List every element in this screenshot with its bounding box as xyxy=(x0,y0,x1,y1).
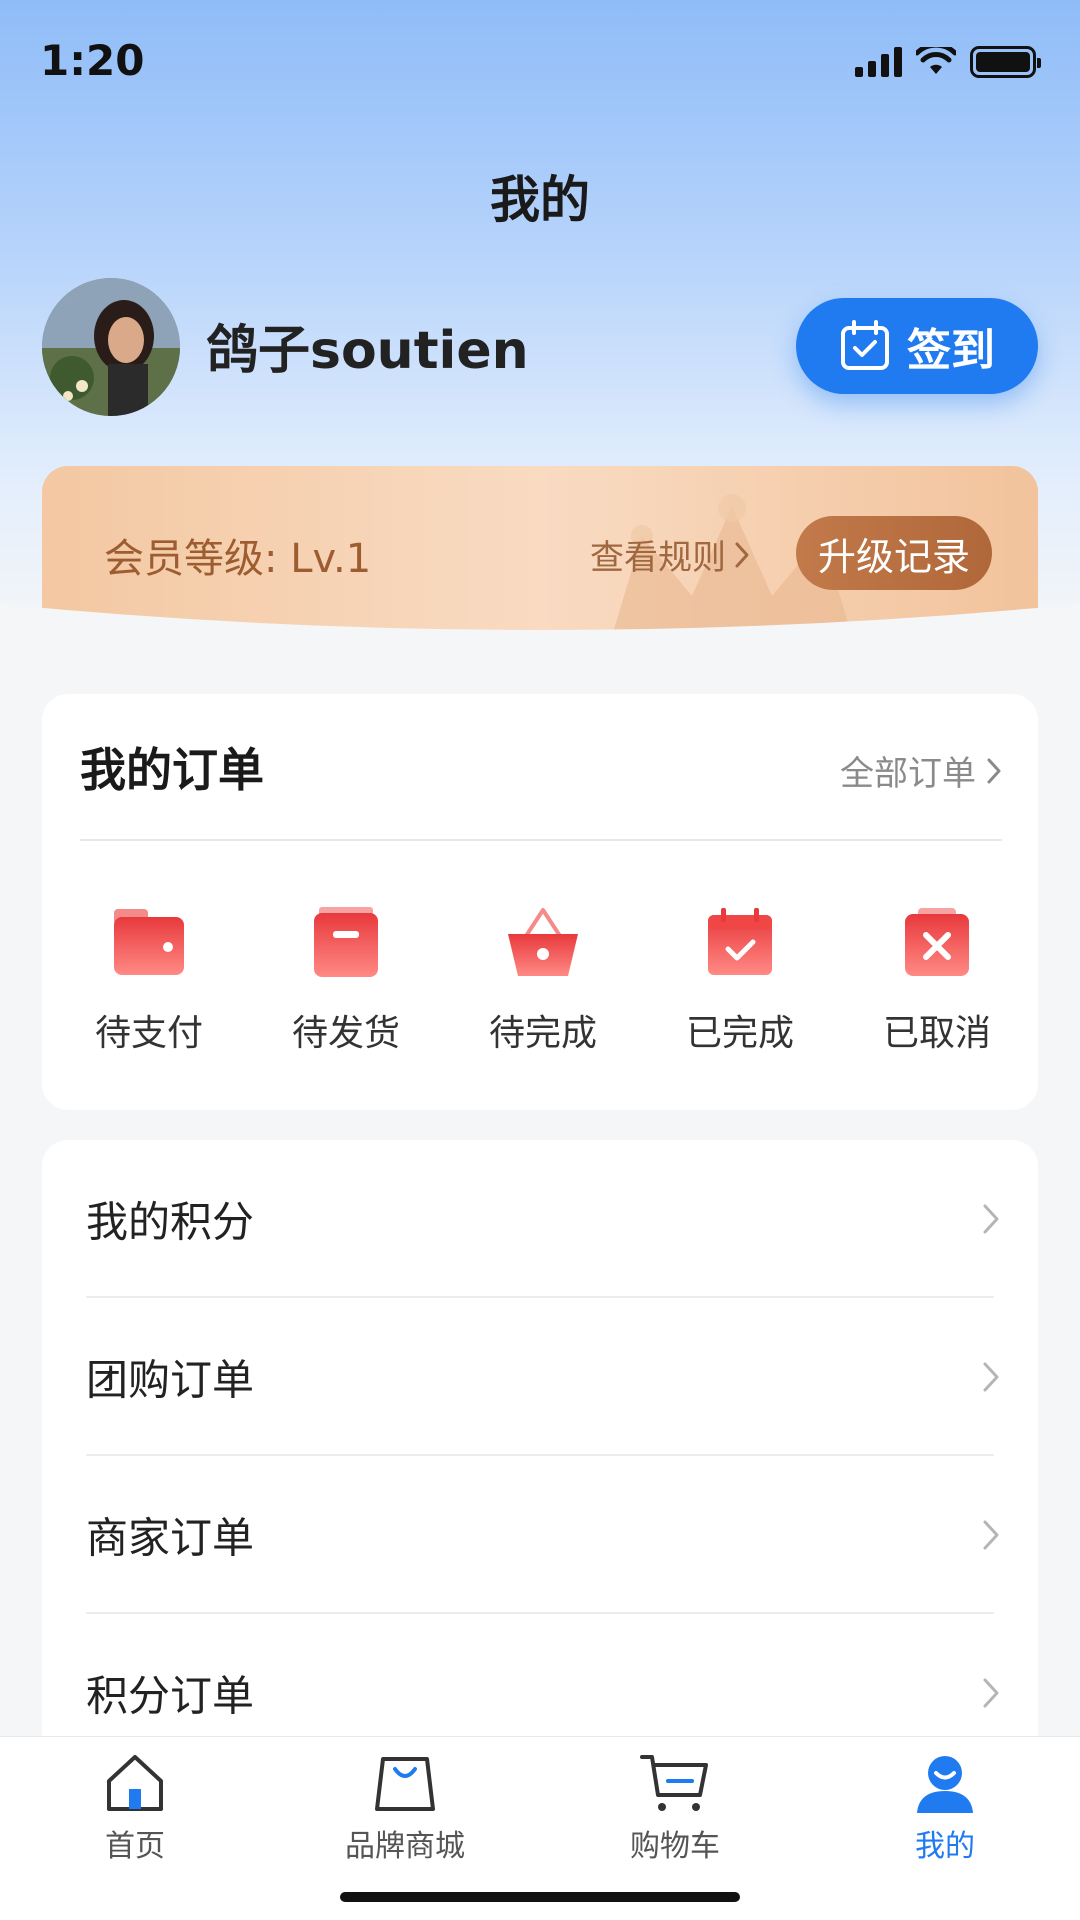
status-label: 待完成 xyxy=(488,1013,597,1054)
menu-item-merchant-orders[interactable]: 商家订单 xyxy=(42,1456,1038,1614)
tab-home[interactable]: 首页 xyxy=(0,1751,270,1865)
menu-item-label: 商家订单 xyxy=(86,1513,255,1563)
cart-icon xyxy=(640,1755,708,1811)
view-rules-link[interactable]: 查看规则 xyxy=(590,530,750,579)
status-label: 待发货 xyxy=(291,1013,400,1054)
avatar-image xyxy=(42,278,180,416)
user-icon xyxy=(917,1756,973,1813)
status-icons xyxy=(855,46,1041,78)
status-time: 1:20 xyxy=(40,36,145,85)
username: 鸽子soutien xyxy=(206,321,529,381)
status-pending-complete[interactable]: 待完成 xyxy=(446,902,640,1056)
view-rules-label: 查看规则 xyxy=(590,538,726,578)
tab-label: 我的 xyxy=(915,1829,975,1864)
basket-icon xyxy=(503,902,583,982)
calendar-check-icon xyxy=(700,902,780,982)
chevron-right-icon xyxy=(983,1678,999,1708)
status-label: 已取消 xyxy=(882,1013,991,1054)
order-status-row: 待支付 待发货 待完成 已完成 已取消 xyxy=(42,902,1038,1056)
chevron-right-icon xyxy=(983,1362,999,1392)
all-orders-link[interactable]: 全部订单 xyxy=(840,746,1002,795)
wave-divider xyxy=(0,604,1080,656)
status-label: 待支付 xyxy=(94,1013,203,1054)
wallet-icon xyxy=(109,902,189,982)
chevron-right-icon xyxy=(987,758,1001,783)
checkin-label: 签到 xyxy=(907,325,995,376)
status-bar: 1:20 xyxy=(0,0,1080,120)
my-page-screen: 1:20 我的 鸽子soutien 签到 会员等级: Lv.1 查看规则 升级记… xyxy=(0,0,1080,1920)
wifi-icon xyxy=(916,47,956,74)
member-level: 会员等级: Lv.1 xyxy=(104,536,372,582)
checkin-button[interactable]: 签到 xyxy=(796,298,1038,394)
home-icon xyxy=(107,1755,163,1811)
menu-item-my-points[interactable]: 我的积分 xyxy=(42,1140,1038,1298)
all-orders-label: 全部订单 xyxy=(840,754,976,794)
menu-item-group-orders[interactable]: 团购订单 xyxy=(42,1298,1038,1456)
page-title: 我的 xyxy=(490,171,590,229)
cancel-icon xyxy=(897,902,977,982)
tab-label: 购物车 xyxy=(630,1829,720,1864)
calendar-check-icon xyxy=(841,320,889,370)
order-divider xyxy=(80,839,1002,841)
tab-mine[interactable]: 我的 xyxy=(810,1751,1080,1865)
package-icon xyxy=(306,902,386,982)
shopping-bag-icon xyxy=(375,1757,435,1811)
status-pending-shipment[interactable]: 待发货 xyxy=(249,902,443,1056)
tab-cart[interactable]: 购物车 xyxy=(540,1751,810,1865)
menu-card: 我的积分 团购订单 商家订单 积分订单 xyxy=(42,1140,1038,1780)
chevron-right-icon xyxy=(983,1204,999,1234)
upgrade-record-button[interactable]: 升级记录 xyxy=(796,516,992,590)
status-label: 已完成 xyxy=(685,1013,794,1054)
chevron-right-icon xyxy=(983,1520,999,1550)
avatar[interactable] xyxy=(42,278,180,416)
menu-item-label: 团购订单 xyxy=(86,1355,255,1405)
status-pending-payment[interactable]: 待支付 xyxy=(52,902,246,1056)
order-card: 我的订单 全部订单 待支付 待发货 待完成 已完成 已取消 xyxy=(42,694,1038,1110)
chevron-right-icon xyxy=(735,542,749,567)
home-indicator xyxy=(340,1892,740,1902)
menu-item-label: 积分订单 xyxy=(86,1671,255,1721)
signal-icon xyxy=(855,47,902,77)
tab-label: 品牌商城 xyxy=(345,1829,465,1864)
menu-item-label: 我的积分 xyxy=(86,1197,255,1247)
status-completed[interactable]: 已完成 xyxy=(643,902,837,1056)
order-title: 我的订单 xyxy=(80,743,264,797)
status-cancelled[interactable]: 已取消 xyxy=(840,902,1034,1056)
tab-label: 首页 xyxy=(105,1829,165,1864)
tab-brand-mall[interactable]: 品牌商城 xyxy=(270,1751,540,1865)
battery-icon xyxy=(970,46,1041,78)
